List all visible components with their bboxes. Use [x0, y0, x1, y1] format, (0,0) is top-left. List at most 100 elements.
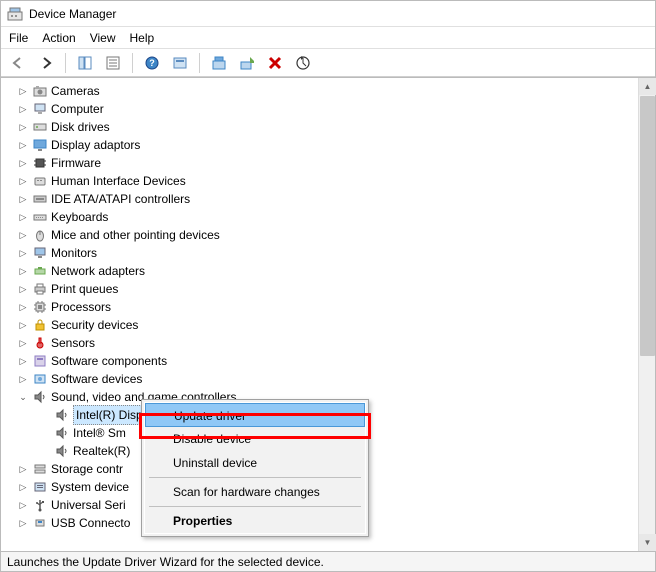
ide-icon — [32, 191, 48, 207]
expand-icon[interactable]: ▷ — [17, 517, 29, 529]
show-hide-icon[interactable] — [74, 52, 96, 74]
scroll-down-icon[interactable]: ▼ — [639, 534, 656, 551]
node-label: Display adaptors — [51, 136, 140, 154]
separator — [65, 53, 66, 73]
node-label: Storage contr — [51, 460, 123, 478]
node-label: Security devices — [51, 316, 138, 334]
printq-node[interactable]: ▷ Print queues — [17, 280, 655, 298]
action-icon[interactable] — [169, 52, 191, 74]
speaker-icon — [54, 407, 70, 423]
node-label: Human Interface Devices — [51, 172, 186, 190]
processors-node[interactable]: ▷ Processors — [17, 298, 655, 316]
network-icon — [32, 263, 48, 279]
expand-icon[interactable]: ▷ — [17, 355, 29, 367]
spacer — [39, 445, 51, 457]
cameras-node[interactable]: ▷ Cameras — [17, 82, 655, 100]
node-label: Realtek(R) — [73, 442, 130, 460]
monitor-icon — [32, 245, 48, 261]
display-node[interactable]: ▷ Display adaptors — [17, 136, 655, 154]
menu-help[interactable]: Help — [130, 31, 155, 45]
scan-hardware-icon[interactable] — [292, 52, 314, 74]
expand-icon[interactable]: ▷ — [17, 301, 29, 313]
scroll-up-icon[interactable]: ▲ — [639, 78, 656, 95]
menu-bar: File Action View Help — [1, 27, 655, 49]
scroll-thumb[interactable] — [640, 96, 655, 356]
install-legacy-icon[interactable] — [236, 52, 258, 74]
speaker-icon — [32, 389, 48, 405]
node-label: Computer — [51, 100, 104, 118]
usb-conn-icon — [32, 515, 48, 531]
expand-icon[interactable]: ▷ — [17, 499, 29, 511]
software-comp-icon — [32, 353, 48, 369]
expand-icon[interactable]: ▷ — [17, 139, 29, 151]
expand-icon[interactable]: ▷ — [17, 211, 29, 223]
node-label: Firmware — [51, 154, 101, 172]
node-label: IDE ATA/ATAPI controllers — [51, 190, 190, 208]
context-menu: Update driver Disable device Uninstall d… — [141, 399, 369, 537]
expand-icon[interactable]: ▷ — [17, 283, 29, 295]
expand-icon[interactable]: ▷ — [17, 373, 29, 385]
tool-bar: ? — [1, 49, 655, 77]
separator — [149, 506, 361, 507]
separator — [149, 477, 361, 478]
expand-icon[interactable]: ▷ — [17, 229, 29, 241]
disk-icon — [32, 119, 48, 135]
netadapters-node[interactable]: ▷ Network adapters — [17, 262, 655, 280]
security-icon — [32, 317, 48, 333]
cm-update-driver[interactable]: Update driver — [145, 403, 365, 427]
sensors-node[interactable]: ▷ Sensors — [17, 334, 655, 352]
printer-icon — [32, 281, 48, 297]
help-icon[interactable]: ? — [141, 52, 163, 74]
hid-node[interactable]: ▷ Human Interface Devices — [17, 172, 655, 190]
expand-icon[interactable]: ▷ — [17, 463, 29, 475]
node-label: Software components — [51, 352, 167, 370]
cpu-icon — [32, 299, 48, 315]
expand-icon[interactable]: ▷ — [17, 157, 29, 169]
cm-uninstall-device[interactable]: Uninstall device — [145, 451, 365, 475]
firmware-node[interactable]: ▷ Firmware — [17, 154, 655, 172]
node-label: Mice and other pointing devices — [51, 226, 220, 244]
properties-icon[interactable] — [102, 52, 124, 74]
swcomp-node[interactable]: ▷ Software components — [17, 352, 655, 370]
speaker-icon — [54, 443, 70, 459]
keyboards-node[interactable]: ▷ Keyboards — [17, 208, 655, 226]
node-label: Print queues — [51, 280, 118, 298]
expand-icon[interactable]: ▷ — [17, 337, 29, 349]
back-icon[interactable] — [7, 52, 29, 74]
mice-node[interactable]: ▷ Mice and other pointing devices — [17, 226, 655, 244]
hid-icon — [32, 173, 48, 189]
expand-icon[interactable]: ▷ — [17, 265, 29, 277]
expand-icon[interactable]: ▷ — [17, 319, 29, 331]
node-label: USB Connecto — [51, 514, 130, 532]
separator — [132, 53, 133, 73]
cm-scan-hardware[interactable]: Scan for hardware changes — [145, 480, 365, 504]
vertical-scrollbar[interactable]: ▲ ▼ — [638, 78, 655, 551]
expand-icon[interactable]: ▷ — [17, 481, 29, 493]
cm-disable-device[interactable]: Disable device — [145, 427, 365, 451]
monitors-node[interactable]: ▷ Monitors — [17, 244, 655, 262]
uninstall-icon[interactable] — [264, 52, 286, 74]
menu-action[interactable]: Action — [42, 31, 75, 45]
swdev-node[interactable]: ▷ Software devices — [17, 370, 655, 388]
expand-icon[interactable]: ▷ — [17, 121, 29, 133]
collapse-icon[interactable]: ⌄ — [17, 391, 29, 403]
disk-node[interactable]: ▷ Disk drives — [17, 118, 655, 136]
menu-view[interactable]: View — [90, 31, 116, 45]
expand-icon[interactable]: ▷ — [17, 175, 29, 187]
computer-node[interactable]: ▷ Computer — [17, 100, 655, 118]
cm-properties[interactable]: Properties — [145, 509, 365, 533]
usb-icon — [32, 497, 48, 513]
security-node[interactable]: ▷ Security devices — [17, 316, 655, 334]
expand-icon[interactable]: ▷ — [17, 85, 29, 97]
forward-icon[interactable] — [35, 52, 57, 74]
update-driver-icon[interactable] — [208, 52, 230, 74]
expand-icon[interactable]: ▷ — [17, 193, 29, 205]
mouse-icon — [32, 227, 48, 243]
software-dev-icon — [32, 371, 48, 387]
keyboard-icon — [32, 209, 48, 225]
expand-icon[interactable]: ▷ — [17, 103, 29, 115]
spacer — [39, 427, 51, 439]
menu-file[interactable]: File — [9, 31, 28, 45]
expand-icon[interactable]: ▷ — [17, 247, 29, 259]
ide-node[interactable]: ▷ IDE ATA/ATAPI controllers — [17, 190, 655, 208]
